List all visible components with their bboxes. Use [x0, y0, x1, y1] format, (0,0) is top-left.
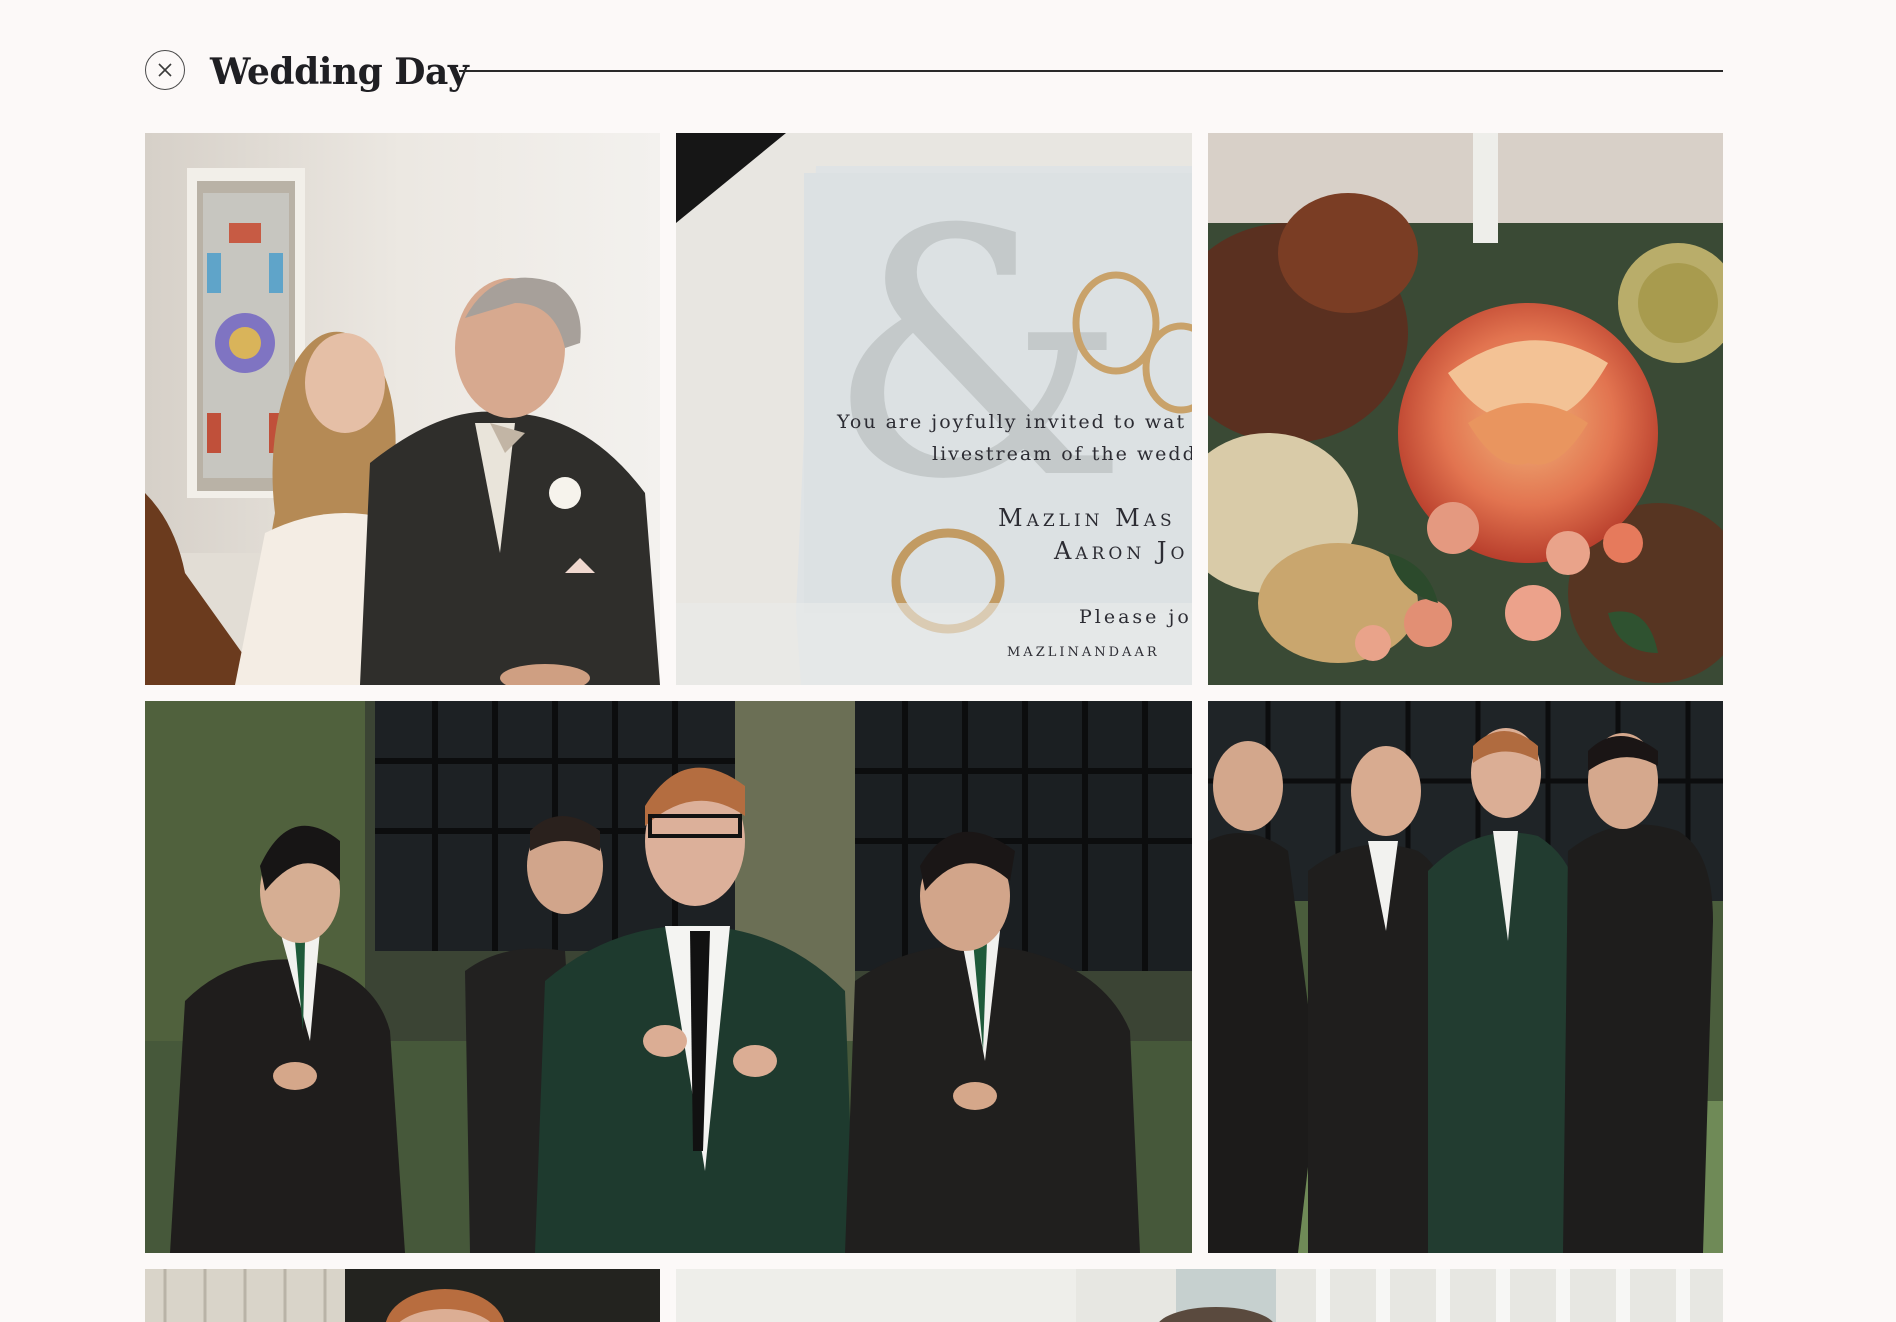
invitation-name-1: Mazlin Mas [998, 504, 1176, 532]
invitation-and-rings-photo[interactable]: & You are joyfully invited to wat livest… [676, 133, 1192, 685]
gallery-page: Wedding Day & You are joyfully invited t… [0, 0, 1896, 1322]
invitation-line-1: You are joyfully invited to wat [837, 411, 1187, 433]
close-x-icon [158, 63, 172, 77]
invitation-website: MAZLINANDAAR [1007, 645, 1160, 660]
page-title: Wedding Day [210, 51, 469, 93]
invitation-please-line: Please jo [1079, 606, 1192, 628]
close-button[interactable] [145, 50, 185, 90]
invitation-name-2: Aaron Jo [1054, 537, 1189, 565]
gallery-header: Wedding Day [145, 50, 1723, 94]
groomsman-portrait-photo[interactable] [145, 1269, 660, 1322]
title-divider [459, 70, 1723, 72]
invitation-line-2: livestream of the wedd [932, 443, 1192, 465]
bouquet-photo[interactable] [1208, 133, 1723, 685]
groom-and-groomsmen-photo[interactable] [145, 701, 1192, 1253]
staircase-photo[interactable] [676, 1269, 1723, 1322]
groomsmen-laughing-photo[interactable] [1208, 701, 1723, 1253]
bride-and-father-photo[interactable] [145, 133, 660, 685]
